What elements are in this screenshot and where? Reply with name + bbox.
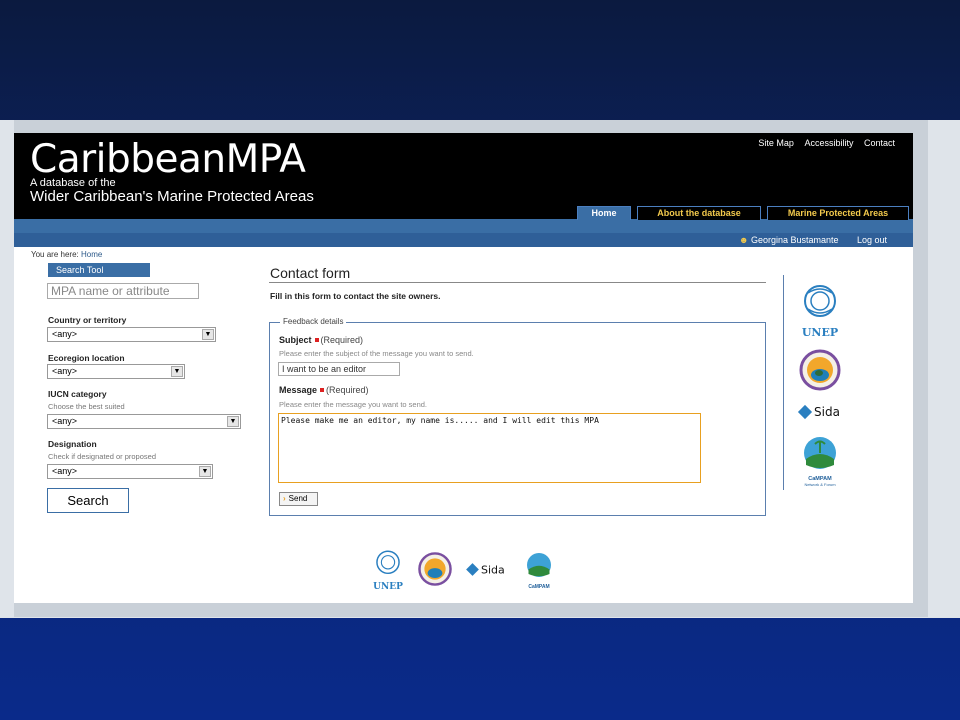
footer-unep-label: UNEP (373, 582, 403, 592)
message-hint: Please enter the message you want to sen… (279, 400, 428, 409)
form-intro: Fill in this form to contact the site ow… (270, 291, 441, 301)
turtle-emblem-icon (418, 552, 452, 586)
search-button[interactable]: Search (47, 488, 129, 513)
country-label: Country or territory (48, 315, 127, 325)
user-icon: ☻ (739, 235, 749, 245)
page-title: Contact form (270, 265, 351, 281)
iucn-hint: Choose the best suited (48, 402, 125, 411)
country-select-value: <any> (52, 329, 78, 339)
sida-mark-icon (797, 404, 813, 419)
campam-emblem-icon (804, 437, 836, 469)
unep-emblem-icon (804, 285, 836, 317)
campam-emblem-icon (527, 553, 551, 577)
breadcrumb: You are here: Home (31, 250, 102, 259)
logout-link[interactable]: Log out (857, 233, 887, 247)
chevron-down-icon: ▼ (199, 466, 211, 477)
footer-campam-logo[interactable]: CaMPAM (524, 551, 554, 591)
tab-about-database[interactable]: About the database (637, 206, 761, 220)
sida-logo[interactable]: Sida (797, 403, 844, 421)
required-dot-icon (320, 388, 325, 392)
message-required: (Required) (326, 385, 369, 395)
footer-sida-label: Sida (481, 563, 505, 577)
footer-cep-logo[interactable] (417, 551, 453, 587)
unep-logo[interactable]: UNEP (798, 283, 842, 339)
iucn-select-value: <any> (52, 416, 78, 426)
chevron-down-icon: ▼ (202, 329, 214, 340)
message-label: Message (Required) (279, 385, 369, 395)
screenshot-frame: CaribbeanMPA A database of the Wider Car… (14, 120, 928, 617)
ecoregion-label: Ecoregion location (48, 353, 125, 363)
unep-label: UNEP (801, 326, 839, 339)
tab-home[interactable]: Home (577, 206, 631, 220)
top-links: Site Map Accessibility Contact (750, 138, 895, 148)
partners-divider (783, 275, 784, 490)
footer-campam-label: CaMPAM (528, 584, 550, 590)
subject-label: Subject (Required) (279, 335, 363, 345)
nav-bar: Home About the database Marine Protected… (14, 206, 913, 233)
footer-sida-logo[interactable]: Sida (466, 561, 512, 579)
country-select[interactable]: <any> ▼ (47, 327, 216, 342)
required-dot-icon (314, 338, 319, 342)
unep-emblem-icon (376, 550, 400, 575)
cep-logo[interactable] (798, 349, 842, 391)
send-button-label: Send (288, 494, 308, 503)
user-name[interactable]: Georgina Bustamante (751, 235, 839, 245)
site-subtitle-2: Wider Caribbean's Marine Protected Areas (30, 188, 314, 205)
chevron-down-icon: ▼ (227, 416, 239, 427)
message-textarea[interactable]: Please make me an editor, my name is....… (278, 413, 701, 483)
message-label-text: Message (279, 385, 318, 395)
fieldset-legend: Feedback details (280, 317, 347, 326)
designation-hint: Check if designated or proposed (48, 452, 156, 461)
user-bar: ☻ Georgina Bustamante Log out (14, 233, 913, 247)
turtle-emblem-icon (799, 349, 841, 391)
search-input[interactable]: MPA name or attribute (47, 283, 199, 299)
site-map-link[interactable]: Site Map (758, 138, 794, 148)
title-divider (269, 282, 766, 283)
breadcrumb-prefix: You are here: (31, 250, 79, 259)
subject-input[interactable]: I want to be an editor (278, 362, 400, 376)
campam-logo[interactable]: CaMPAM Network & Forum (800, 435, 844, 487)
tab-marine-protected-areas[interactable]: Marine Protected Areas (767, 206, 909, 220)
ecoregion-select[interactable]: <any> ▼ (47, 364, 185, 379)
site-title[interactable]: CaribbeanMPA (30, 137, 306, 182)
chevron-down-icon: ▼ (171, 366, 183, 377)
designation-select[interactable]: <any> ▼ (47, 464, 213, 479)
breadcrumb-home-link[interactable]: Home (81, 250, 102, 259)
campam-sub-label: Network & Forum (804, 482, 836, 487)
footer-unep-logo[interactable]: UNEP (371, 549, 405, 592)
subject-required: (Required) (320, 335, 364, 345)
contact-link[interactable]: Contact (864, 138, 895, 148)
accessibility-link[interactable]: Accessibility (804, 138, 853, 148)
search-tool-header: Search Tool (48, 263, 150, 277)
web-page: CaribbeanMPA A database of the Wider Car… (14, 133, 913, 603)
designation-label: Designation (48, 439, 97, 449)
ecoregion-select-value: <any> (52, 366, 78, 376)
sida-mark-icon (466, 563, 479, 577)
iucn-label: IUCN category (48, 389, 107, 399)
subject-label-text: Subject (279, 335, 312, 345)
designation-select-value: <any> (52, 466, 78, 476)
send-button[interactable]: › Send (279, 492, 318, 506)
sida-label: Sida (814, 404, 840, 419)
arrow-right-icon: › (283, 494, 286, 503)
user-info: ☻ Georgina Bustamante (739, 233, 839, 247)
iucn-select[interactable]: <any> ▼ (47, 414, 241, 429)
subject-hint: Please enter the subject of the message … (279, 349, 474, 358)
